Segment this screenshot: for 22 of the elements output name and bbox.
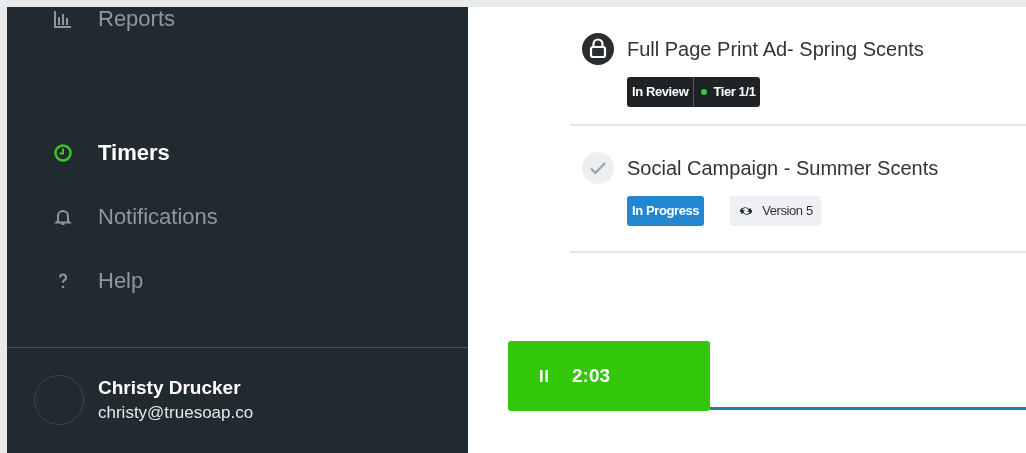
bar-chart-icon [53, 9, 73, 29]
task-title: Full Page Print Ad- Spring Scents [627, 37, 924, 61]
status-badge: In Progress [627, 196, 705, 226]
clock-icon [53, 143, 73, 163]
version-label: Version 5 [762, 202, 813, 220]
avatar [34, 375, 84, 425]
pause-icon [540, 370, 548, 382]
nav-item[interactable]: Help [53, 269, 468, 293]
tier-label: Tier 1/1 [713, 83, 756, 101]
task-card[interactable]: Social Campaign - Summer Scents In Progress Version 5 [570, 126, 1026, 253]
check-icon [582, 152, 614, 184]
task-card[interactable]: Full Page Print Ad- Spring Scents In Review Tier 1/1 [570, 7, 1026, 126]
nav-item[interactable]: Reports [53, 7, 468, 31]
status-badge: In Review [627, 77, 695, 107]
lock-icon [582, 33, 614, 65]
nav-item[interactable]: Notifications [53, 205, 468, 229]
bell-icon [53, 207, 73, 227]
nav-item[interactable]: Timers [53, 141, 468, 165]
sync-icon [738, 205, 755, 217]
user-email: christy@truesoap.co [98, 403, 254, 423]
user-name: Christy Drucker [98, 377, 242, 399]
task-title: Social Campaign - Summer Scents [627, 156, 939, 180]
